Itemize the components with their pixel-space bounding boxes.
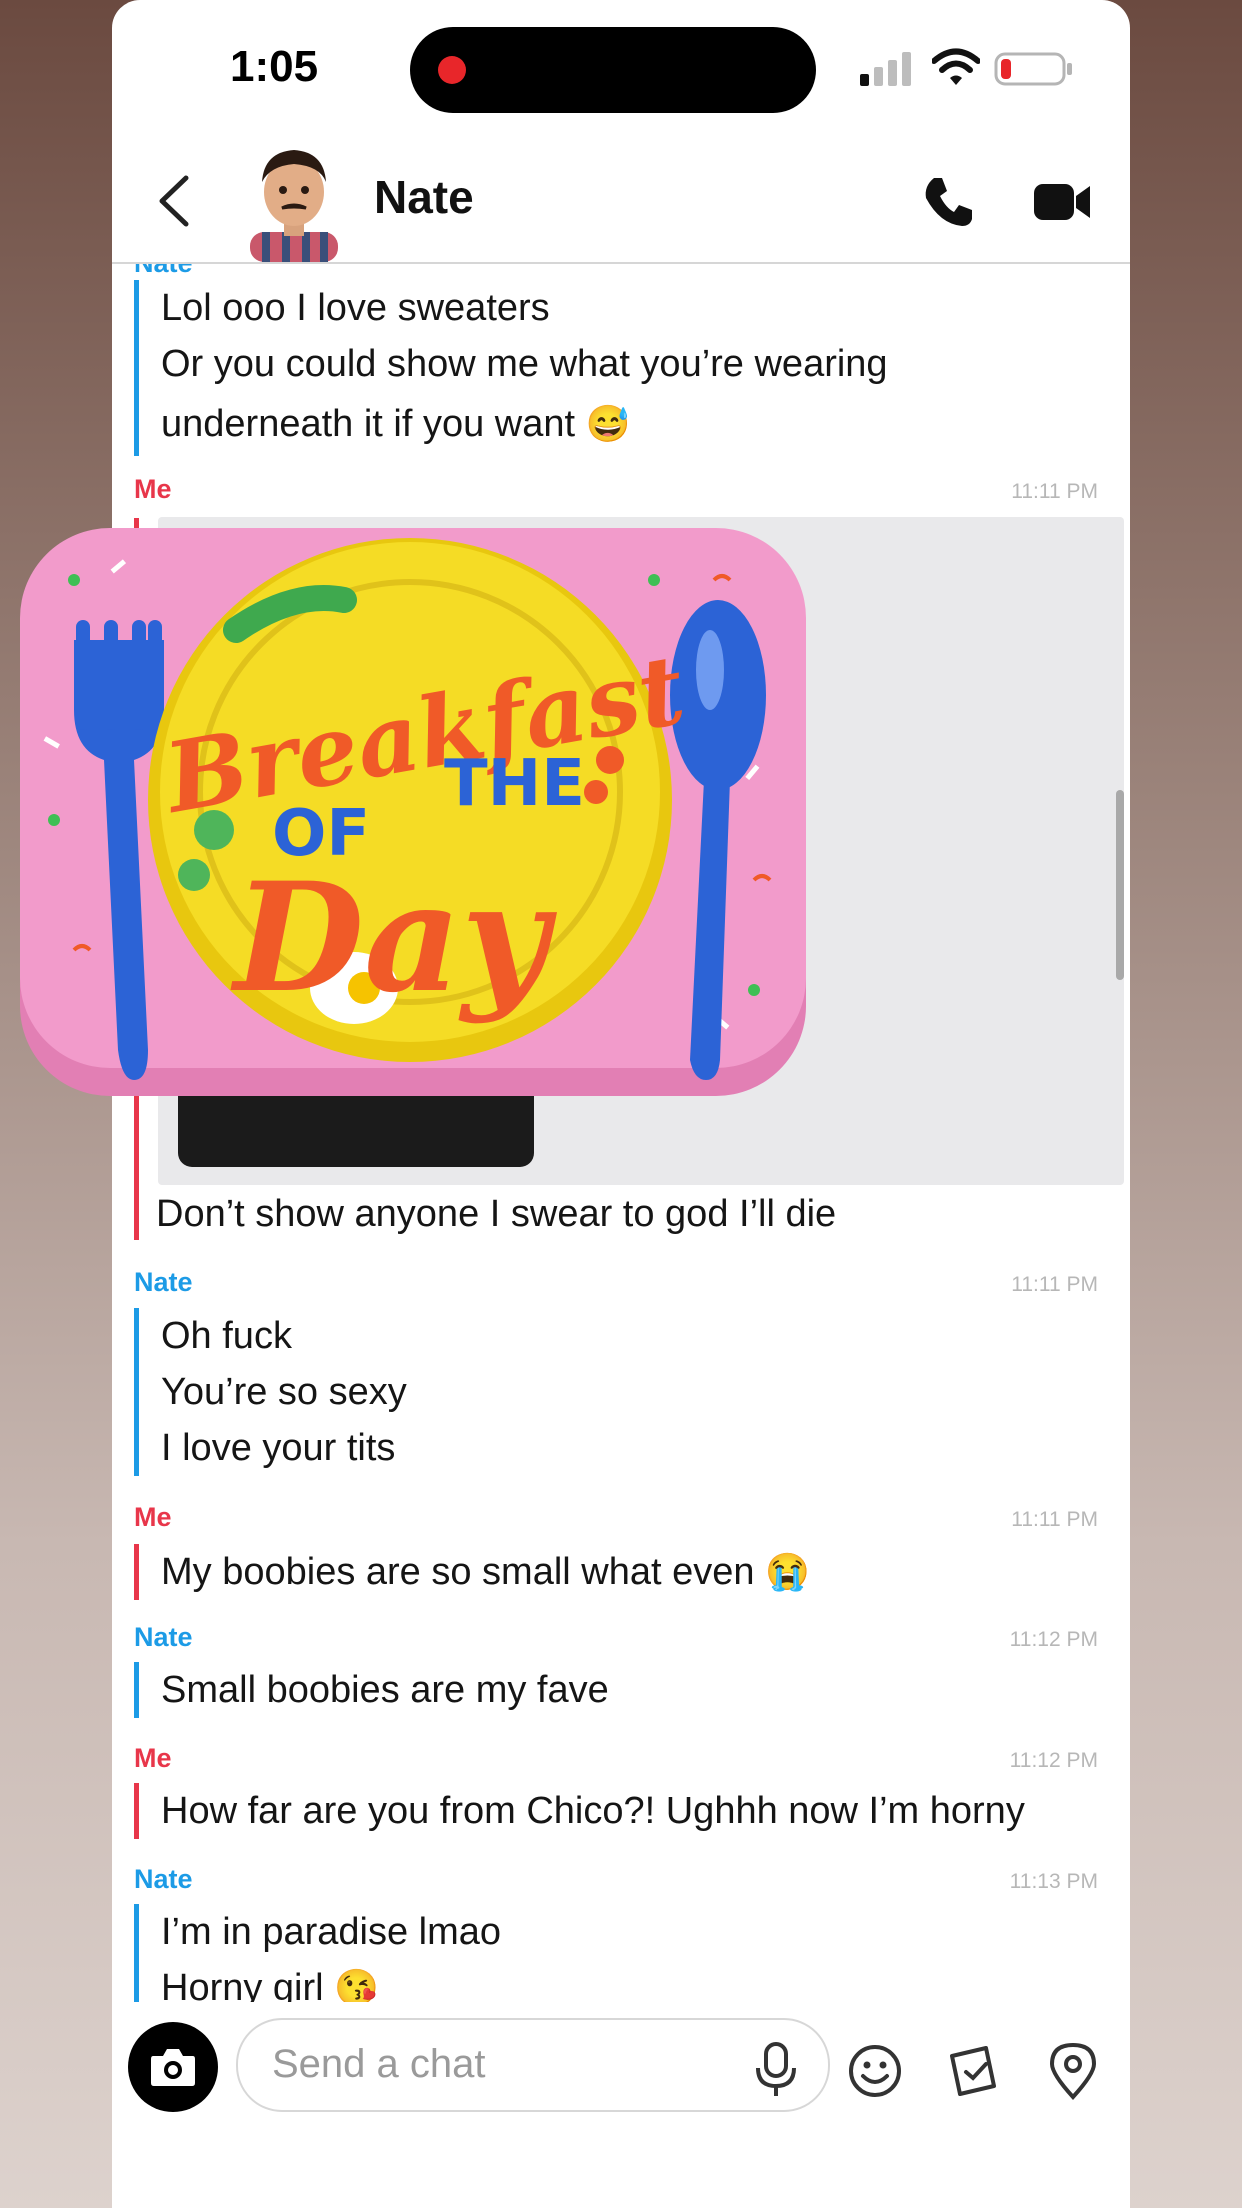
message-timestamp: 11:12 PM: [1009, 1749, 1098, 1772]
recording-indicator: [438, 56, 466, 84]
message-sender: Nate: [134, 1267, 193, 1297]
grinning-sweat-emoji: 😅: [585, 403, 631, 444]
contact-name[interactable]: Nate: [374, 170, 474, 224]
smiley-icon[interactable]: [848, 2044, 902, 2098]
cell-signal-icon: [860, 52, 911, 86]
message-line: Oh fuck: [161, 1315, 292, 1357]
camera-button[interactable]: [128, 2022, 218, 2112]
message-sender: Me: [134, 1743, 172, 1773]
message-line: I love your tits: [161, 1427, 396, 1469]
message-sender: Nate: [134, 262, 193, 278]
message-line: underneath it if you want 😅: [161, 403, 631, 445]
message-line: My boobies are so small what even 😭: [161, 1551, 810, 1593]
back-icon[interactable]: [154, 174, 194, 228]
battery-icon: [994, 52, 1072, 86]
message-sender: Nate: [134, 1864, 193, 1894]
message-block[interactable]: Oh fuck You’re so sexy I love your tits: [134, 1308, 407, 1476]
message-block[interactable]: How far are you from Chico?! Ughhh now I…: [134, 1783, 1025, 1839]
message-timestamp: 11:11 PM: [1011, 1273, 1098, 1296]
message-sender: Nate: [134, 1622, 193, 1652]
message-line: How far are you from Chico?! Ughhh now I…: [161, 1790, 1025, 1832]
message-sender: Me: [134, 474, 172, 504]
message-block[interactable]: My boobies are so small what even 😭: [134, 1544, 810, 1600]
crying-emoji: 😭: [765, 1551, 810, 1592]
phone-icon[interactable]: [920, 174, 976, 230]
microphone-icon[interactable]: [754, 2042, 798, 2098]
chat-header: Nate: [112, 140, 1130, 264]
status-time: 1:05: [230, 42, 319, 91]
chat-input-placeholder: Send a chat: [272, 2042, 486, 2086]
memories-icon[interactable]: [946, 2042, 1002, 2098]
message-line: You’re so sexy: [161, 1371, 407, 1413]
message-block[interactable]: I’m in paradise lmao Horny girl 😘: [134, 1904, 501, 2002]
scrollbar[interactable]: [1116, 790, 1124, 980]
sticker-word: THE: [444, 747, 585, 821]
message-line: Small boobies are my fave: [161, 1669, 609, 1711]
message-line: Or you could show me what you’re wearing: [161, 343, 888, 385]
message-line: Horny girl 😘: [161, 1960, 501, 2002]
message-timestamp: 11:11 PM: [1011, 1508, 1098, 1531]
message-sender: Me: [134, 1502, 172, 1532]
message-block[interactable]: Small boobies are my fave: [134, 1662, 609, 1718]
dynamic-island: [410, 27, 816, 113]
message-line: I’m in paradise lmao: [161, 1911, 502, 1953]
video-camera-icon[interactable]: [1034, 178, 1092, 226]
message-caption: Don’t show anyone I swear to god I’ll di…: [156, 1193, 837, 1235]
composer-bar: Send a chat: [112, 2002, 1130, 2208]
map-pin-icon[interactable]: [1048, 2042, 1098, 2100]
message-timestamp: 11:12 PM: [1009, 1628, 1098, 1651]
sticker-word: Day: [230, 850, 557, 1026]
chat-input[interactable]: Send a chat: [236, 2018, 830, 2112]
avatar[interactable]: [240, 140, 348, 262]
kiss-emoji: 😘: [334, 1967, 379, 2002]
message-timestamp: 11:13 PM: [1009, 1870, 1098, 1893]
breakfast-sticker[interactable]: Breakfast OF THE Day: [14, 520, 814, 1110]
camera-icon: [151, 2049, 195, 2086]
message-block[interactable]: Lol ooo I love sweaters Or you could sho…: [134, 280, 888, 456]
wifi-icon: [932, 48, 980, 85]
message-timestamp: 11:11 PM: [1011, 480, 1098, 503]
message-line: Lol ooo I love sweaters: [161, 287, 550, 329]
